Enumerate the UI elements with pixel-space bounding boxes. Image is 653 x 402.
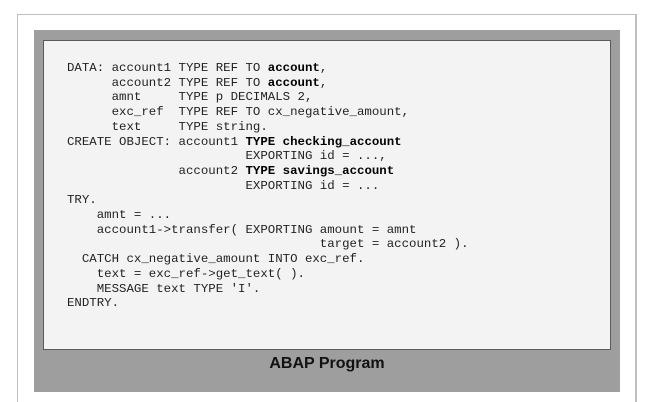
code-text: CREATE OBJECT: account1 (67, 134, 246, 149)
code-line: MESSAGE text TYPE 'I'. (67, 281, 261, 296)
code-text: target = account2 ). (67, 237, 469, 252)
code-line: CREATE OBJECT: account1 TYPE checking_ac… (67, 135, 402, 149)
code-line: amnt TYPE p DECIMALS 2, (67, 90, 313, 105)
code-text: text TYPE string. (67, 119, 268, 134)
code-line: amnt = ... (67, 208, 171, 222)
code-text: account2 TYPE REF TO (67, 75, 268, 90)
code-text: DATA: account1 TYPE REF TO (67, 61, 268, 75)
code-line: text = exc_ref->get_text( ). (67, 267, 305, 281)
abap-code-listing: DATA: account1 TYPE REF TO account, acco… (67, 61, 469, 311)
code-text: , (319, 61, 328, 75)
code-line: EXPORTING id = ..., (67, 149, 387, 164)
code-line: EXPORTING id = ... (67, 179, 379, 193)
code-text: CATCH cx_negative_amount INTO exc_ref. (67, 252, 365, 267)
code-text: MESSAGE text TYPE 'I'. (67, 281, 261, 296)
code-line: account2 TYPE REF TO account, (67, 75, 328, 90)
code-text: EXPORTING id = ... (67, 178, 380, 193)
code-text: EXPORTING id = ..., (67, 149, 387, 164)
code-line: TRY. (67, 193, 97, 207)
code-keyword-bold: account (267, 61, 320, 75)
code-text: exc_ref TYPE REF TO cx_negative_amount, (67, 105, 410, 120)
code-text: , (319, 75, 328, 90)
code-line: ENDTRY. (67, 296, 119, 310)
code-line: exc_ref TYPE REF TO cx_negative_amount, (67, 105, 409, 119)
code-text: ENDTRY. (67, 296, 120, 311)
code-text: amnt = ... (67, 208, 172, 223)
code-text: text = exc_ref->get_text( ). (67, 266, 305, 281)
code-line: account1->transfer( EXPORTING amount = a… (67, 222, 417, 237)
code-text: account2 (67, 163, 246, 178)
code-line: DATA: account1 TYPE REF TO account, (67, 61, 327, 75)
header-strip (0, 0, 653, 14)
code-line: account2 TYPE savings_account (67, 163, 395, 178)
code-line: text TYPE string. (67, 120, 268, 134)
code-keyword-bold: TYPE savings_account (245, 163, 395, 178)
code-line: target = account2 ). (67, 237, 469, 251)
code-line: CATCH cx_negative_amount INTO exc_ref. (67, 252, 365, 267)
code-keyword-bold: TYPE checking_account (245, 134, 402, 149)
frame-rule (636, 14, 637, 402)
figure-caption: ABAP Program (269, 355, 385, 372)
code-text: account1->transfer( EXPORTING amount = a… (67, 222, 417, 237)
code-keyword-bold: account (267, 75, 320, 90)
code-text: amnt TYPE p DECIMALS 2, (67, 90, 313, 105)
code-text: TRY. (67, 193, 97, 208)
